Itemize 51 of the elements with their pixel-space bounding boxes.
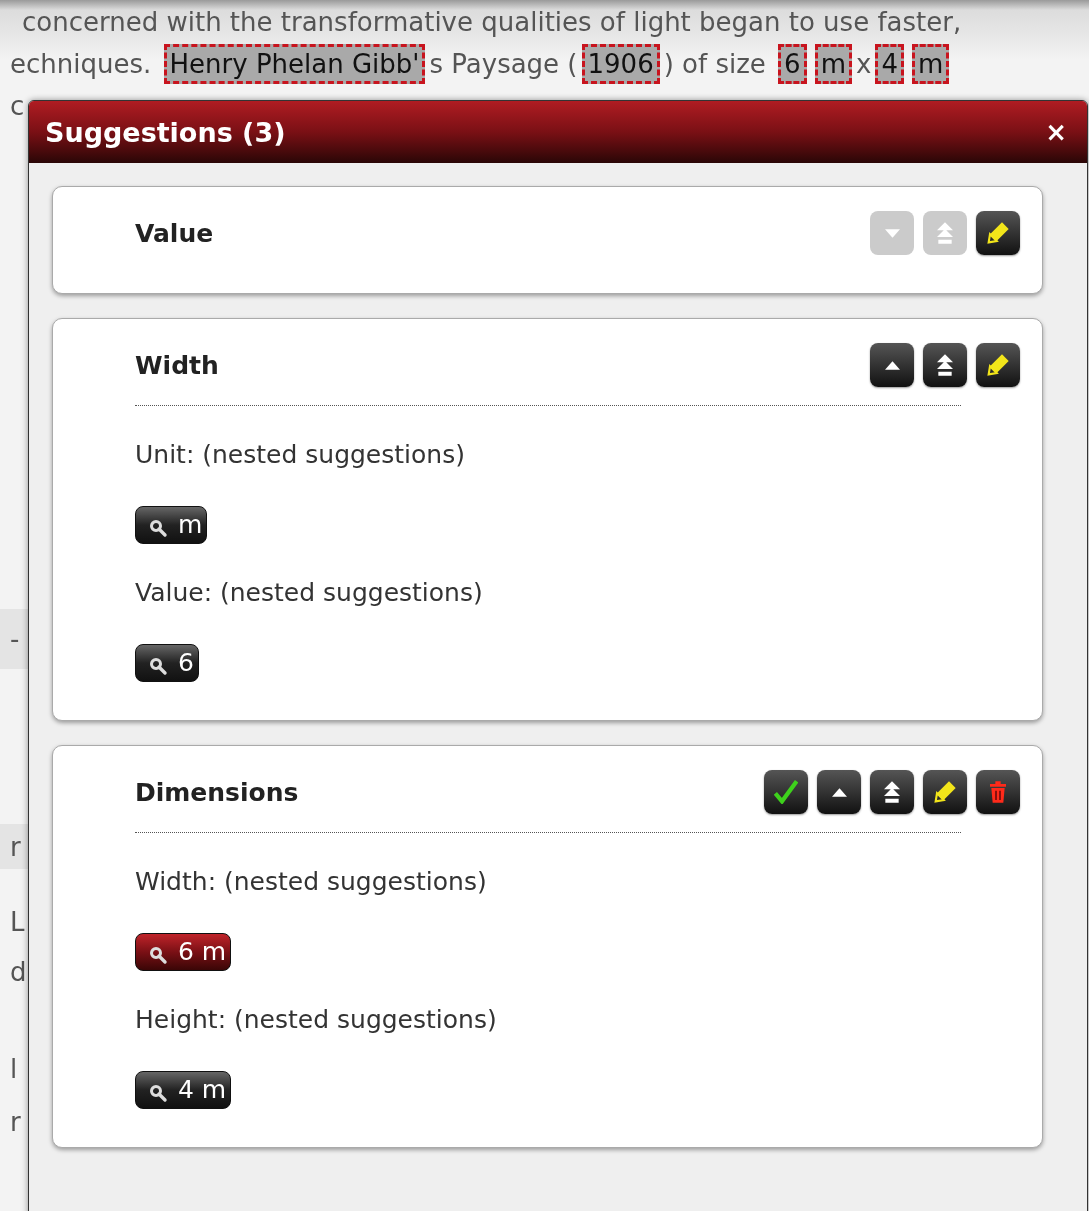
suggestion-chip[interactable]: 6 (135, 644, 199, 682)
magnifier-icon (148, 656, 168, 676)
pencil-icon (933, 780, 957, 804)
suggestion-chip[interactable]: m (135, 506, 208, 544)
accept-button[interactable] (764, 770, 808, 814)
magnifier-icon (148, 945, 168, 965)
body-text: r (0, 824, 28, 869)
body-text: x (856, 49, 872, 79)
close-button[interactable]: × (1041, 117, 1071, 147)
move-top-button[interactable] (923, 343, 967, 387)
card-title: Dimensions (135, 777, 299, 807)
body-text: r (9, 1107, 21, 1137)
highlighted-text: m (814, 44, 852, 84)
suggestion-chip[interactable]: 6 m (135, 933, 232, 971)
card-title: Value (135, 218, 214, 248)
pencil-icon (986, 221, 1010, 245)
edit-button[interactable] (923, 770, 967, 814)
body-text: c (9, 91, 25, 121)
up-arrow-icon (884, 360, 900, 370)
body-text: L (9, 907, 25, 937)
body-text: s Paysage ( (429, 49, 578, 79)
body-text: echniques. (10, 49, 153, 79)
highlighted-text: m (911, 44, 950, 84)
highlighted-text: 1906 (581, 44, 660, 84)
move-up-button[interactable] (817, 770, 861, 814)
magnifier-icon (148, 518, 168, 538)
highlighted-text: Henry Phelan Gibb' (163, 44, 426, 84)
suggestion-chip[interactable]: 4 m (135, 1071, 232, 1109)
body-text: - (0, 609, 28, 669)
body-text: l (9, 1054, 18, 1084)
field-label: Width: (nested suggestions) (135, 867, 487, 897)
field-label: Height: (nested suggestions) (135, 1005, 497, 1035)
body-text: ) of size (663, 49, 767, 79)
body-text: d (9, 957, 27, 987)
edit-button[interactable] (976, 343, 1020, 387)
down-arrow-icon (884, 228, 900, 238)
delete-button[interactable] (976, 770, 1020, 814)
move-up-button[interactable] (870, 343, 914, 387)
pencil-icon (986, 353, 1010, 377)
move-top-button[interactable] (870, 770, 914, 814)
field-label: Value: (nested suggestions) (135, 578, 483, 608)
magnifier-icon (148, 1083, 168, 1103)
checkmark-icon (774, 780, 798, 804)
edit-button[interactable] (976, 211, 1020, 255)
field-label: Unit: (nested suggestions) (135, 440, 465, 470)
card-title: Width (135, 350, 219, 380)
body-text: concerned with the transformative qualities of light began to use faster, (21, 6, 963, 37)
highlighted-text: 6 (778, 44, 807, 84)
highlighted-text: 4 (875, 44, 904, 84)
dialog-title: Suggestions (3) (45, 116, 286, 148)
up-arrow-icon (831, 787, 847, 797)
